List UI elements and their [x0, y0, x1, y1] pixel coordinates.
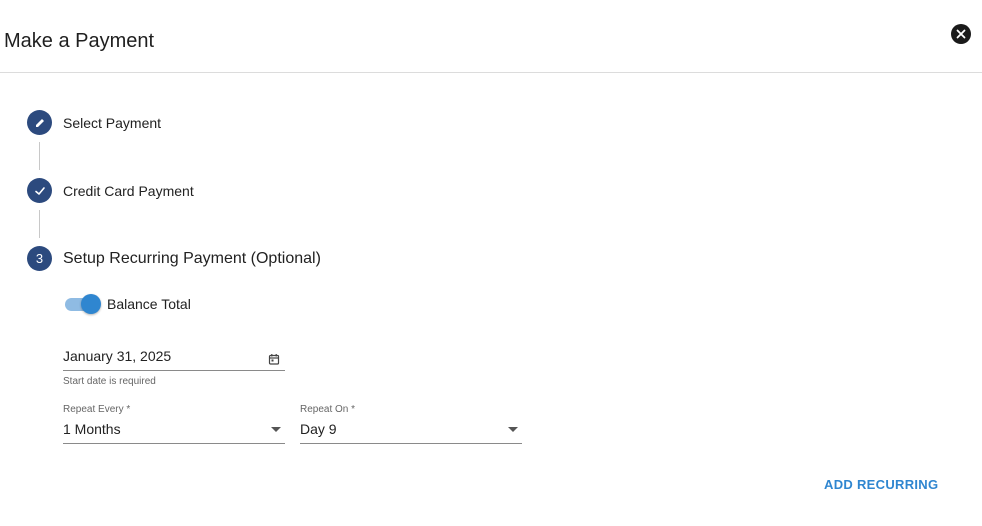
close-icon[interactable]	[951, 24, 971, 44]
step-2-indicator	[27, 178, 52, 203]
step-1-label[interactable]: Select Payment	[63, 115, 161, 131]
chevron-down-icon	[508, 427, 518, 432]
balance-total-toggle[interactable]	[63, 294, 101, 314]
step-3-label: Setup Recurring Payment (Optional)	[63, 250, 321, 267]
start-date-value: January 31, 2025	[63, 348, 172, 364]
balance-total-label: Balance Total	[107, 296, 191, 312]
step-connector	[39, 210, 40, 238]
repeat-every-select[interactable]: 1 Months	[63, 415, 285, 444]
pencil-icon	[34, 117, 46, 129]
start-date-field[interactable]: January 31, 2025	[63, 340, 285, 371]
step-2-label: Credit Card Payment	[63, 183, 194, 199]
repeat-every-label: Repeat Every *	[63, 404, 131, 415]
toggle-thumb	[81, 294, 101, 314]
calendar-icon[interactable]	[268, 352, 280, 365]
chevron-down-icon	[271, 427, 281, 432]
start-date-helper-text: Start date is required	[63, 376, 156, 387]
dialog-header: Make a Payment	[0, 0, 982, 73]
repeat-every-value: 1 Months	[63, 421, 121, 437]
step-1-indicator[interactable]	[27, 110, 52, 135]
step-number: 3	[35, 251, 44, 266]
dialog-title: Make a Payment	[4, 30, 155, 52]
repeat-on-select[interactable]: Day 9	[300, 415, 522, 444]
repeat-on-value: Day 9	[300, 421, 337, 437]
check-icon	[34, 185, 46, 197]
step-connector	[39, 142, 40, 170]
add-recurring-button[interactable]: ADD RECURRING	[822, 477, 940, 492]
repeat-on-label: Repeat On *	[300, 404, 356, 415]
step-3-indicator: 3	[27, 246, 52, 271]
